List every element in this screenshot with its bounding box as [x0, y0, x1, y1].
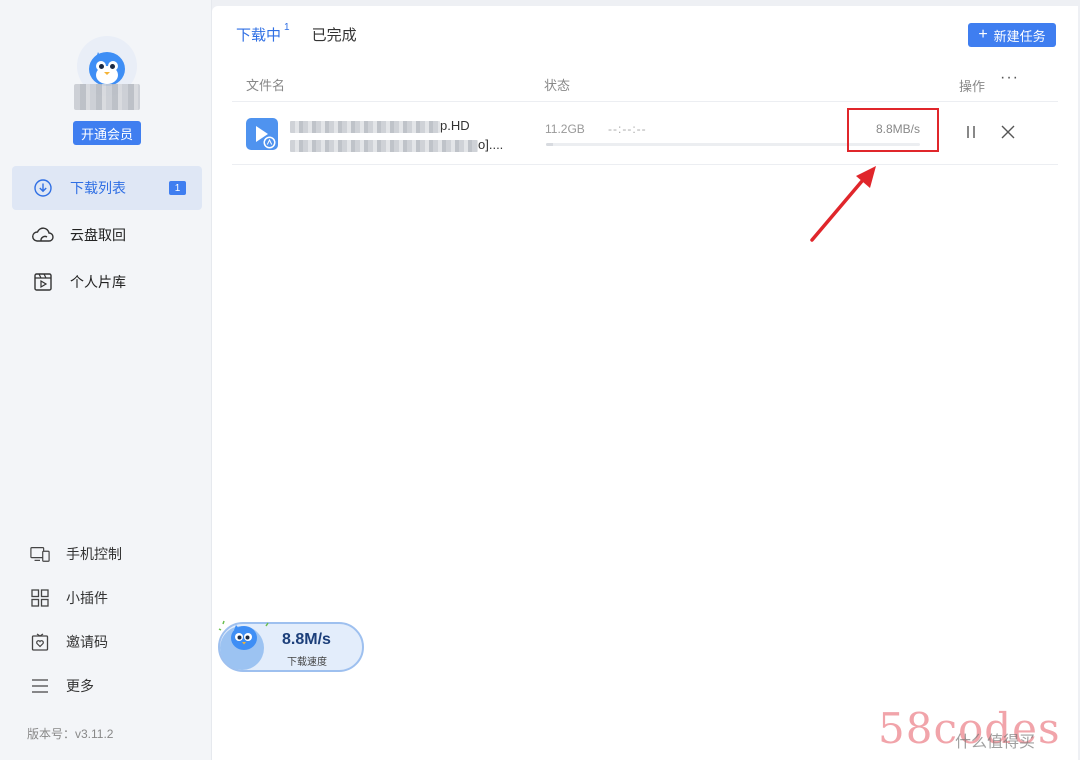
- speed-highlight-box: [847, 108, 939, 152]
- watermark-text-2: 什么值得买: [955, 734, 1036, 751]
- more-options-icon[interactable]: ···: [1000, 69, 1019, 87]
- nav-item-plugins[interactable]: 小插件: [0, 576, 212, 620]
- nav-item-label: 更多: [66, 678, 94, 694]
- file-name: p.HD o]....: [290, 116, 510, 154]
- cloud-icon: [32, 224, 54, 246]
- file-name-line2: o]....: [478, 137, 504, 152]
- remaining-time: --:--:--: [608, 122, 647, 136]
- sidebar: 开通会员 下载列表 1 云盘取回 个人片库 手机控制 小插件 邀请码 更多 版本…: [0, 0, 212, 760]
- version-label: 版本号：v3.11.2: [27, 727, 114, 741]
- table-header: 文件名 状态 操作 ···: [232, 66, 1058, 102]
- video-file-icon: [246, 118, 278, 150]
- annotation-arrow-icon: [810, 166, 876, 242]
- film-library-icon: [32, 271, 54, 293]
- bottom-nav: 手机控制 小插件 邀请码 更多: [0, 532, 212, 708]
- nav-item-cloud-retrieve[interactable]: 云盘取回: [12, 213, 202, 257]
- tab-completed[interactable]: 已完成: [312, 24, 357, 45]
- nav-item-label: 邀请码: [66, 634, 108, 650]
- nav-item-label: 下载列表: [70, 180, 126, 196]
- menu-icon: [30, 676, 50, 696]
- nav-item-personal-library[interactable]: 个人片库: [12, 260, 202, 304]
- widget-speed-value: 8.8M/s: [282, 631, 331, 648]
- bird-mascot-icon: [89, 52, 125, 86]
- nav-item-download-list[interactable]: 下载列表 1: [12, 166, 202, 210]
- file-name-line1: p.HD: [440, 118, 470, 133]
- tab-downloading[interactable]: 下载中 1: [236, 22, 290, 45]
- close-icon[interactable]: [999, 123, 1017, 141]
- tab-label: 下载中: [236, 27, 282, 44]
- tab-label: 已完成: [311, 27, 357, 44]
- file-size: 11.2GB: [545, 122, 585, 136]
- username-blurred: [74, 84, 140, 110]
- nav-item-more[interactable]: 更多: [0, 664, 212, 708]
- header-status: 状态: [544, 78, 571, 93]
- nav-item-invite-code[interactable]: 邀请码: [0, 620, 212, 664]
- nav-item-phone-control[interactable]: 手机控制: [0, 532, 212, 576]
- nav-item-label: 手机控制: [66, 546, 122, 562]
- speed-widget[interactable]: 8.8M/s 下载速度: [218, 620, 364, 672]
- plus-icon: +: [978, 26, 988, 43]
- progress-fill: [546, 143, 554, 146]
- new-task-button[interactable]: + 新建任务: [968, 23, 1056, 47]
- nav-item-label: 个人片库: [70, 274, 126, 290]
- header-operation: 操作: [959, 79, 986, 94]
- phone-monitor-icon: [30, 544, 50, 564]
- grid-icon: [30, 588, 50, 608]
- download-circle-icon: [32, 177, 54, 199]
- nav-item-label: 云盘取回: [70, 227, 126, 243]
- app-window: 开通会员 下载列表 1 云盘取回 个人片库 手机控制 小插件 邀请码 更多 版本…: [0, 0, 1080, 760]
- header-filename: 文件名: [246, 78, 286, 93]
- nav-item-label: 小插件: [66, 590, 108, 606]
- new-task-label: 新建任务: [993, 28, 1046, 44]
- widget-speed-label: 下载速度: [287, 657, 327, 668]
- table-row[interactable]: p.HD o].... 11.2GB --:--:-- 8.8MB/s: [232, 103, 1058, 165]
- tab-count: 1: [284, 22, 290, 33]
- main-nav: 下载列表 1 云盘取回 个人片库: [12, 166, 202, 307]
- open-vip-button[interactable]: 开通会员: [73, 121, 141, 145]
- download-count-badge: 1: [169, 181, 186, 195]
- tab-bar: 下载中 1 已完成: [236, 22, 379, 45]
- pause-icon[interactable]: [964, 123, 978, 141]
- bird-mascot-icon: [218, 620, 269, 670]
- gift-icon: [30, 632, 50, 652]
